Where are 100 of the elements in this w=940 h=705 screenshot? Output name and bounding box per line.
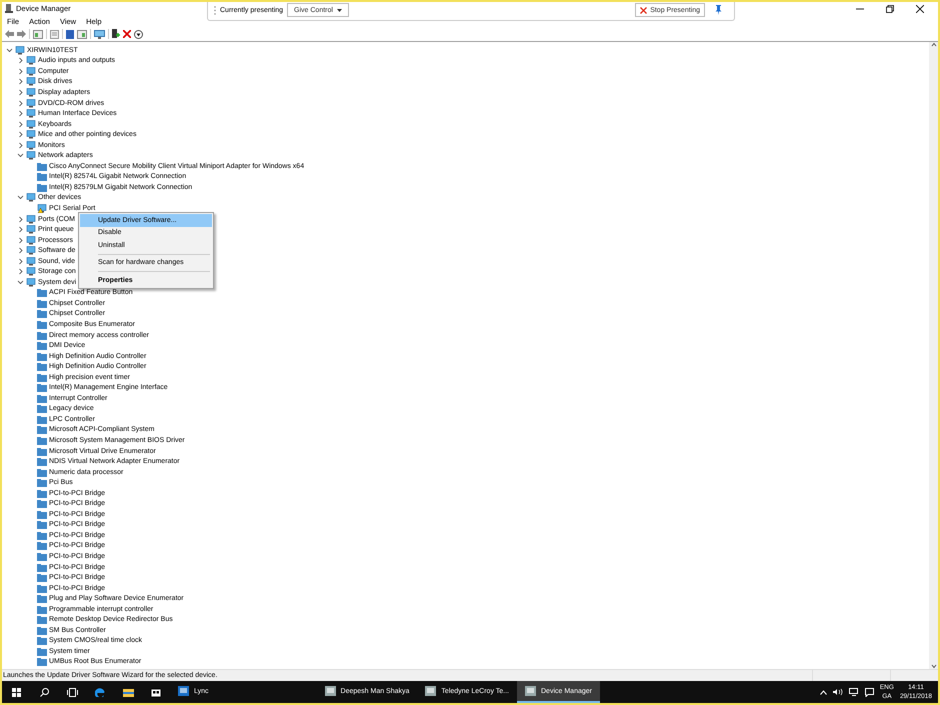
uninstall-icon[interactable] xyxy=(123,30,131,38)
device-icon xyxy=(26,130,36,140)
device-icon xyxy=(37,604,47,614)
search-icon[interactable] xyxy=(40,688,48,696)
device-icon xyxy=(37,552,47,562)
chevron-icon[interactable] xyxy=(17,57,24,64)
chevron-icon[interactable] xyxy=(17,247,24,254)
device-icon xyxy=(37,657,47,666)
device-icon xyxy=(26,236,36,245)
device-icon xyxy=(37,436,47,445)
speaker-icon[interactable] xyxy=(832,688,843,696)
app-icon xyxy=(324,686,336,696)
device-icon xyxy=(26,278,36,287)
device-icon xyxy=(37,636,47,646)
device-icon xyxy=(37,288,47,298)
close-icon xyxy=(640,6,648,14)
device-icon xyxy=(26,225,36,234)
chevron-icon[interactable] xyxy=(17,216,24,223)
monitor-icon[interactable] xyxy=(94,30,105,38)
store-icon[interactable] xyxy=(151,687,161,697)
drag-handle-icon[interactable] xyxy=(214,6,216,14)
folder-icon[interactable] xyxy=(122,688,134,696)
device-icon xyxy=(37,414,47,424)
network-icon[interactable] xyxy=(848,688,859,696)
device-icon xyxy=(26,66,36,76)
task-view-icon[interactable] xyxy=(66,688,78,696)
pin-icon[interactable] xyxy=(715,5,722,15)
device-icon xyxy=(37,594,47,604)
chevron-icon[interactable] xyxy=(17,131,24,138)
chevron-icon[interactable] xyxy=(17,110,24,118)
device-icon xyxy=(26,140,36,150)
chevron-icon[interactable] xyxy=(17,226,24,234)
notification-icon[interactable] xyxy=(864,688,874,696)
device-icon xyxy=(37,352,47,361)
forward-arrow-icon[interactable] xyxy=(17,30,26,38)
device-icon xyxy=(37,626,47,635)
browser-icon[interactable] xyxy=(95,687,105,697)
device-icon xyxy=(26,246,36,256)
chevron-icon[interactable] xyxy=(17,258,24,265)
device-icon xyxy=(26,88,36,97)
properties-icon[interactable] xyxy=(50,30,59,38)
device-icon xyxy=(37,162,47,171)
chevron-icon[interactable] xyxy=(17,268,24,276)
start-icon[interactable] xyxy=(12,688,20,696)
device-icon xyxy=(26,56,36,66)
close-icon[interactable] xyxy=(916,4,924,12)
chevron-up-icon[interactable] xyxy=(820,690,827,694)
device-icon xyxy=(26,193,36,202)
scroll-up-icon[interactable] xyxy=(930,42,936,47)
device-icon xyxy=(37,646,47,656)
device-icon xyxy=(37,172,47,182)
window-icon[interactable] xyxy=(77,30,87,38)
device-icon xyxy=(37,562,47,572)
device-icon xyxy=(26,214,36,224)
device-icon xyxy=(37,394,47,403)
update-driver-icon[interactable] xyxy=(112,29,120,39)
chevron-icon[interactable] xyxy=(17,142,24,149)
device-icon xyxy=(37,510,47,519)
device-icon xyxy=(37,520,47,530)
app-icon xyxy=(178,686,189,696)
device-icon xyxy=(37,341,47,350)
device-icon xyxy=(15,46,25,55)
device-icon xyxy=(26,267,36,276)
device-icon xyxy=(37,541,47,550)
scroll-down-icon[interactable] xyxy=(930,664,936,669)
chevron-icon[interactable] xyxy=(17,236,24,244)
chevron-icon[interactable] xyxy=(17,194,24,202)
app-icon xyxy=(525,686,536,696)
device-icon xyxy=(37,372,47,382)
app-icon xyxy=(5,4,13,13)
caret-icon xyxy=(336,8,342,12)
device-icon xyxy=(37,182,47,192)
chevron-icon[interactable] xyxy=(17,120,24,128)
device-icon xyxy=(37,320,47,329)
chevron-icon[interactable] xyxy=(17,100,24,106)
device-icon xyxy=(26,109,36,118)
device-icon xyxy=(26,98,36,108)
scrollbar[interactable] xyxy=(929,42,938,669)
chevron-icon[interactable] xyxy=(17,278,24,286)
device-icon xyxy=(37,383,47,392)
download-icon[interactable] xyxy=(134,30,143,38)
chevron-icon[interactable] xyxy=(17,88,24,96)
device-icon xyxy=(37,478,47,488)
chevron-icon[interactable] xyxy=(17,152,24,160)
device-icon xyxy=(37,362,47,372)
device-icon xyxy=(37,584,47,593)
chevron-icon[interactable] xyxy=(6,46,13,54)
device-icon xyxy=(26,120,36,129)
back-arrow-icon[interactable] xyxy=(5,30,14,38)
device-icon xyxy=(26,256,36,266)
window-icon[interactable] xyxy=(33,30,43,38)
device-icon xyxy=(37,488,47,498)
chevron-icon[interactable] xyxy=(17,78,24,86)
device-icon xyxy=(37,298,47,308)
device-icon xyxy=(37,499,47,508)
restore-icon[interactable] xyxy=(886,4,894,12)
app-icon xyxy=(425,686,436,696)
chevron-icon[interactable] xyxy=(17,68,24,75)
device-icon xyxy=(37,530,47,540)
device-icon xyxy=(37,425,47,434)
